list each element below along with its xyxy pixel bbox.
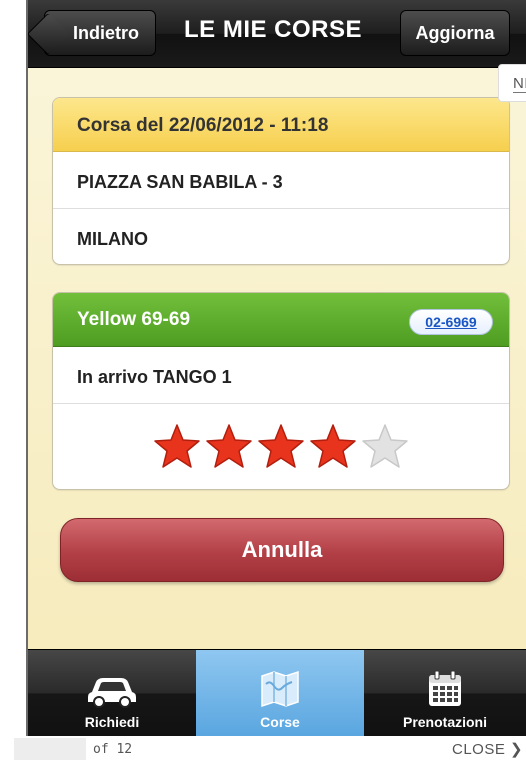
tab-corse[interactable]: Corse	[196, 650, 364, 736]
ride-address: PIAZZA SAN BABILA - 3	[53, 152, 509, 209]
taxi-card: Yellow 69-69 02-6969 In arrivo TANGO 1	[52, 292, 510, 490]
page-count: of 12	[93, 742, 133, 757]
star-filled-icon[interactable]	[308, 422, 358, 472]
tab-richiedi[interactable]: Richiedi	[28, 650, 196, 736]
ride-card: Corsa del 22/06/2012 - 11:18 PIAZZA SAN …	[52, 97, 510, 265]
rating-stars[interactable]	[53, 404, 509, 489]
star-filled-icon[interactable]	[204, 422, 254, 472]
tab-bar: Richiedi Corse Prenotazioni	[28, 649, 526, 736]
ride-header: Corsa del 22/06/2012 - 11:18	[53, 98, 509, 152]
close-button[interactable]: CLOSE ❯	[452, 740, 523, 758]
tab-label: Corse	[260, 714, 300, 730]
next-button[interactable]: NEXT	[498, 64, 526, 102]
tab-label: Richiedi	[84, 714, 140, 730]
navigation-bar: Indietro LE MIE CORSE Aggiorna	[28, 0, 526, 68]
taxi-phone-link[interactable]: 02-6969	[409, 309, 493, 335]
back-button[interactable]: Indietro	[44, 10, 156, 56]
refresh-button[interactable]: Aggiorna	[400, 10, 510, 56]
cancel-button[interactable]: Annulla	[60, 518, 504, 582]
left-border	[0, 0, 28, 736]
back-button-label: Indietro	[73, 22, 139, 43]
taxi-name: Yellow 69-69	[77, 309, 191, 330]
star-filled-icon[interactable]	[256, 422, 306, 472]
viewer-footer: of 12 CLOSE ❯	[0, 736, 526, 760]
page-input[interactable]	[14, 738, 86, 760]
page-title: LE MIE CORSE	[183, 16, 363, 43]
app-screen: Indietro LE MIE CORSE Aggiorna Corsa del…	[28, 0, 526, 736]
next-label: NEXT	[513, 75, 526, 93]
map-icon	[261, 670, 299, 708]
tab-prenotazioni[interactable]: Prenotazioni	[364, 650, 526, 736]
star-empty-icon[interactable]	[360, 422, 410, 472]
taxi-header: Yellow 69-69 02-6969	[53, 293, 509, 347]
ride-city: MILANO	[77, 229, 148, 249]
taxi-status: In arrivo TANGO 1	[53, 347, 509, 404]
tab-label: Prenotazioni	[402, 714, 487, 730]
app-frame: Indietro LE MIE CORSE Aggiorna Corsa del…	[0, 0, 526, 736]
car-icon	[88, 678, 136, 708]
calendar-icon	[429, 670, 461, 706]
star-filled-icon[interactable]	[152, 422, 202, 472]
